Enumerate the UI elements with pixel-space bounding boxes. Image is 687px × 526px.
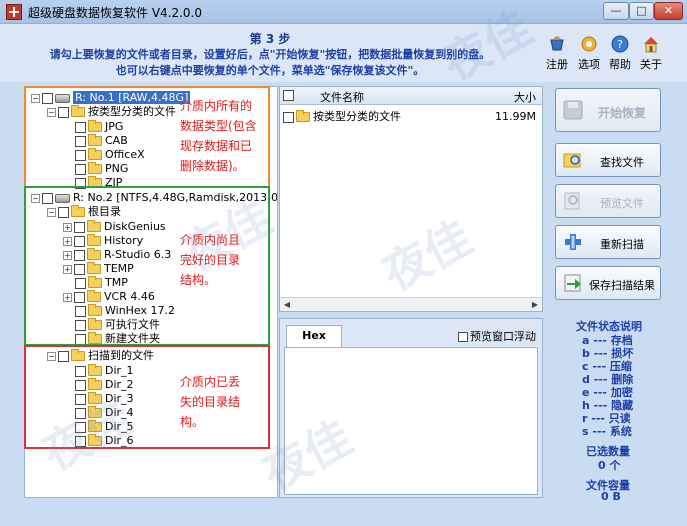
gear-icon: [581, 36, 597, 52]
close-button[interactable]: ✕: [654, 2, 683, 20]
register-tool[interactable]: 注册: [540, 34, 574, 72]
help-icon: ?: [611, 35, 629, 53]
file-list[interactable]: 文件名称 大小 按类型分类的文件 11.99M ◀ ▶: [279, 86, 543, 312]
instruction-line-2: 也可以右键点中要恢复的单个文件，菜单选"保存恢复该文件"。: [115, 64, 425, 77]
scroll-right-icon[interactable]: ▶: [529, 299, 541, 310]
select-all-checkbox[interactable]: [283, 90, 294, 101]
about-label: 关于: [640, 58, 662, 71]
annotation-text-all-types: 介质内所有的 数据类型(包含 现存数据和已 删除数据)。: [180, 96, 257, 176]
annotation-line: 介质内所有的: [180, 99, 253, 113]
annotation-line: 删除数据)。: [180, 159, 245, 173]
preview-icon: [564, 192, 580, 210]
scroll-left-icon[interactable]: ◀: [281, 299, 293, 310]
hex-panel: Hex 预览窗口浮动: [279, 318, 543, 498]
annotation-line: 结构。: [180, 273, 217, 287]
annotation-line: 数据类型(包含: [180, 119, 257, 133]
options-label: 选项: [578, 58, 600, 71]
file-name: 按类型分类的文件: [313, 110, 401, 123]
preview-float-label: 预览窗口浮动: [470, 330, 536, 343]
annotation-line: 介质内已丢: [180, 375, 241, 389]
rescan-button[interactable]: 重新扫描: [555, 225, 661, 259]
help-tool[interactable]: ? 帮助: [603, 34, 637, 72]
start-recovery-button[interactable]: 开始恢复: [555, 88, 661, 132]
svg-text:?: ?: [617, 38, 623, 51]
register-icon: [550, 36, 564, 51]
file-list-header: 文件名称 大小: [280, 87, 542, 105]
horizontal-scrollbar[interactable]: ◀ ▶: [280, 297, 542, 311]
preview-file-button[interactable]: 预览文件: [555, 184, 661, 218]
annotation-line: 完好的目录: [180, 253, 241, 267]
annotation-text-intact-dirs: 介质内尚且 完好的目录 结构。: [180, 230, 240, 290]
annotation-text-lost-dirs: 介质内已丢 失的目录结 构。: [180, 372, 240, 432]
step-title: 第 3 步: [249, 32, 291, 46]
button-label: 重新扫描: [600, 238, 644, 251]
annotation-line: 构。: [180, 415, 205, 429]
save-scan-results-button[interactable]: 保存扫描结果: [555, 266, 661, 300]
legend-item: s --- 系统: [582, 425, 632, 438]
find-file-button[interactable]: 查找文件: [555, 143, 661, 177]
register-label: 注册: [546, 58, 568, 71]
save-disk-icon: [563, 100, 583, 120]
annotation-line: 失的目录结: [180, 395, 241, 409]
title-bar: 超级硬盘数据恢复软件 V4.2.0.0 — □ ✕: [0, 0, 687, 24]
column-header-name[interactable]: 文件名称: [320, 89, 364, 105]
hex-view[interactable]: [284, 347, 538, 495]
rescan-icon: [565, 234, 581, 250]
button-label: 保存扫描结果: [589, 279, 655, 292]
checkbox[interactable]: [458, 332, 468, 342]
app-icon: [6, 4, 22, 20]
annotation-line: 介质内尚且: [180, 233, 241, 247]
help-label: 帮助: [609, 58, 631, 71]
folder-icon: [296, 110, 310, 122]
preview-float-toggle[interactable]: 预览窗口浮动: [458, 328, 536, 344]
about-tool[interactable]: 关于: [634, 34, 668, 72]
tab-hex[interactable]: Hex: [286, 325, 342, 347]
home-icon: [644, 37, 658, 53]
save-results-icon: [564, 274, 581, 292]
find-file-icon: [563, 153, 581, 168]
column-header-size[interactable]: 大小: [514, 89, 536, 105]
window-title: 超级硬盘数据恢复软件 V4.2.0.0: [28, 6, 203, 20]
minimize-button[interactable]: —: [603, 2, 629, 20]
checkbox[interactable]: [283, 111, 294, 123]
status-bar: [0, 502, 687, 526]
instruction-line-1: 请勾上要恢复的文件或者目录，设置好后，点"开始恢复"按钮，把数据批量恢复到别的盘…: [49, 48, 491, 61]
options-tool[interactable]: 选项: [572, 34, 606, 72]
button-label: 预览文件: [600, 197, 644, 210]
annotation-line: 现存数据和已: [180, 139, 253, 153]
button-label: 查找文件: [600, 156, 644, 169]
file-row[interactable]: 按类型分类的文件 11.99M: [280, 109, 542, 125]
selected-count-value: 0 个: [598, 459, 621, 472]
header: 第 3 步 请勾上要恢复的文件或者目录，设置好后，点"开始恢复"按钮，把数据批量…: [0, 24, 687, 82]
button-label: 开始恢复: [597, 106, 646, 120]
maximize-button[interactable]: □: [629, 2, 654, 20]
file-size: 11.99M: [495, 110, 536, 123]
